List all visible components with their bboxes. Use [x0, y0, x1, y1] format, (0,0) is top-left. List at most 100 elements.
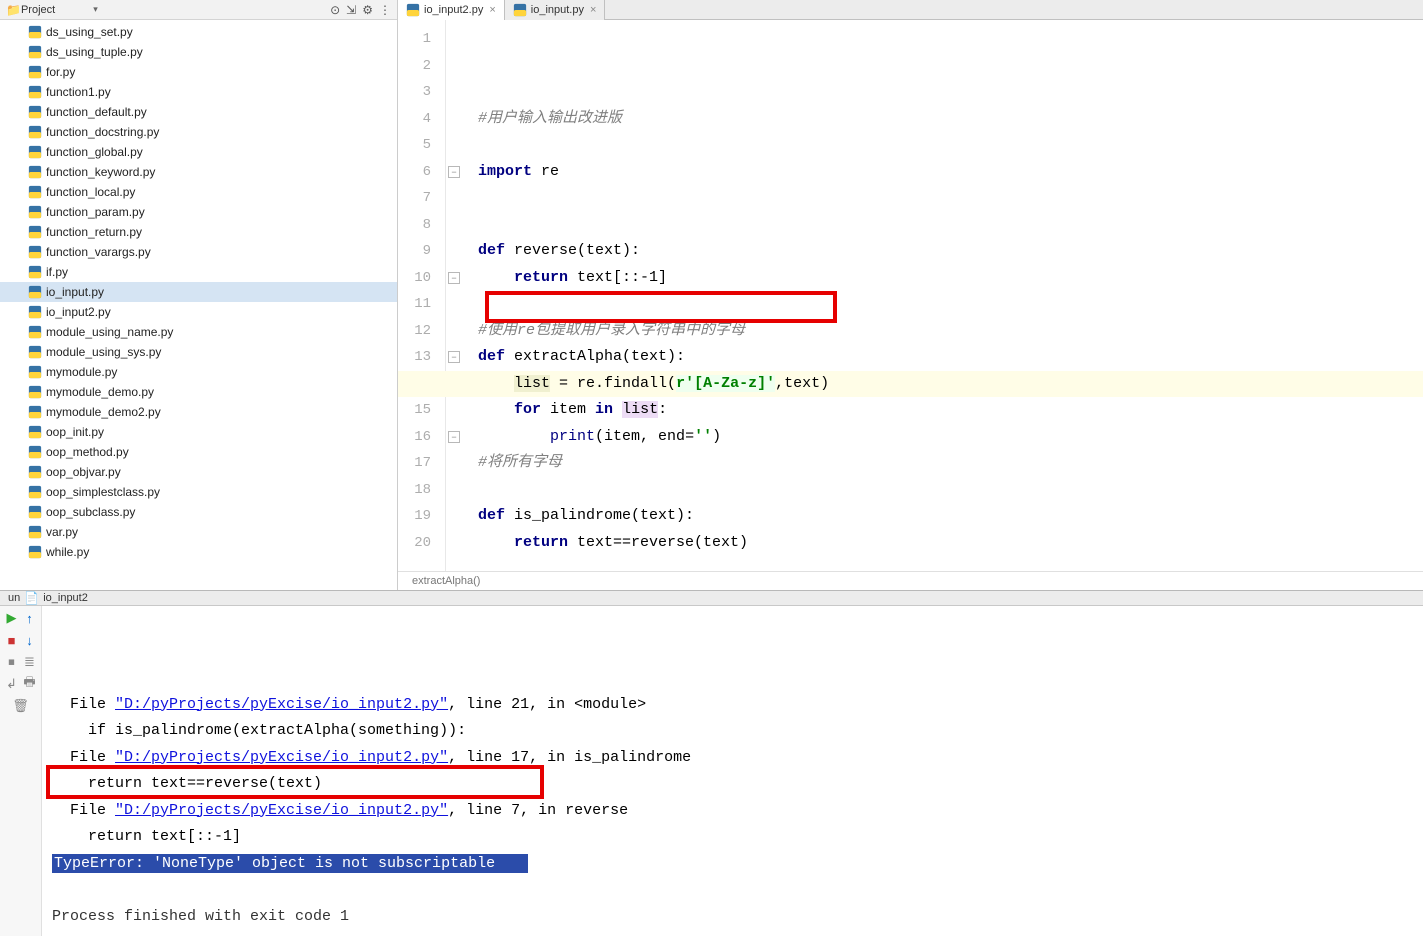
file-item[interactable]: oop_init.py	[0, 422, 397, 442]
code-area[interactable]: #用户输入输出改进版 import re def reverse(text): …	[464, 20, 1423, 571]
code-line[interactable]: def extractAlpha(text):	[478, 344, 1423, 371]
code-line[interactable]: def reverse(text):	[478, 238, 1423, 265]
line-number: 10	[398, 265, 445, 292]
editor-tab[interactable]: io_input2.py×	[398, 0, 505, 20]
wrap-button[interactable]: ↲	[4, 676, 20, 692]
fold-marker[interactable]: −	[448, 351, 460, 363]
close-tab-icon[interactable]: ×	[590, 4, 596, 16]
file-item[interactable]: if.py	[0, 262, 397, 282]
python-file-icon	[28, 325, 42, 339]
editor-tab[interactable]: io_input.py ×	[505, 0, 606, 20]
file-name: module_using_sys.py	[46, 345, 161, 359]
console-output[interactable]: File "D:/pyProjects/pyExcise/io_input2.p…	[42, 606, 1423, 936]
file-item[interactable]: function_local.py	[0, 182, 397, 202]
code-line[interactable]	[478, 477, 1423, 504]
file-item[interactable]: oop_method.py	[0, 442, 397, 462]
file-item[interactable]: for.py	[0, 62, 397, 82]
toggle-soft-wrap-button[interactable]: ≣	[22, 654, 38, 670]
file-item[interactable]: oop_simplestclass.py	[0, 482, 397, 502]
code-line[interactable]: #将所有字母	[478, 450, 1423, 477]
traceback-link[interactable]: "D:/pyProjects/pyExcise/io_input2.py"	[115, 696, 448, 713]
fold-marker[interactable]: −	[448, 272, 460, 284]
breadcrumb[interactable]: extractAlpha()	[398, 571, 1423, 590]
file-name: ds_using_set.py	[46, 25, 133, 39]
line-number: 18	[398, 477, 445, 504]
file-item[interactable]: var.py	[0, 522, 397, 542]
rerun-button[interactable]: ▶	[4, 610, 20, 626]
dropdown-icon[interactable]: ▾	[93, 4, 98, 15]
code-line[interactable]	[478, 212, 1423, 239]
run-toolbar: ▶ ↑ ■ ↓ ⏹ ≣ ↲ 🖶 🗑	[0, 606, 42, 936]
file-item[interactable]: oop_subclass.py	[0, 502, 397, 522]
code-line[interactable]	[478, 132, 1423, 159]
file-name: function_global.py	[46, 145, 143, 159]
traceback-line: return text==reverse(text)	[52, 771, 1413, 798]
file-item[interactable]: function_global.py	[0, 142, 397, 162]
fold-gutter: − − − −	[446, 20, 464, 571]
code-line[interactable]: print(item, end='')	[478, 424, 1423, 451]
code-line[interactable]	[478, 291, 1423, 318]
code-line[interactable]	[478, 185, 1423, 212]
python-file-icon	[28, 285, 42, 299]
clear-button[interactable]: 🗑	[13, 698, 29, 714]
tab-label: io_input.py	[531, 4, 584, 16]
python-file-icon	[28, 445, 42, 459]
file-item[interactable]: io_input2.py	[0, 302, 397, 322]
file-item[interactable]: io_input.py	[0, 282, 397, 302]
fold-marker[interactable]: −	[448, 166, 460, 178]
code-line[interactable]	[478, 556, 1423, 571]
file-item[interactable]: function1.py	[0, 82, 397, 102]
traceback-link[interactable]: "D:/pyProjects/pyExcise/io_input2.py"	[115, 802, 448, 819]
code-line[interactable]: return text==reverse(text)	[478, 530, 1423, 557]
fold-marker[interactable]: −	[448, 431, 460, 443]
exit-code-line: Process finished with exit code 1	[52, 904, 1413, 931]
python-file-icon	[28, 125, 42, 139]
file-item[interactable]: function_return.py	[0, 222, 397, 242]
code-line[interactable]: import re	[478, 159, 1423, 186]
file-item[interactable]: function_param.py	[0, 202, 397, 222]
python-file-icon	[28, 25, 42, 39]
file-item[interactable]: mymodule_demo2.py	[0, 402, 397, 422]
collapse-icon[interactable]: ⇲	[346, 3, 356, 17]
file-item[interactable]: oop_objvar.py	[0, 462, 397, 482]
file-item[interactable]: function_varargs.py	[0, 242, 397, 262]
file-item[interactable]: mymodule_demo.py	[0, 382, 397, 402]
file-item[interactable]: function_keyword.py	[0, 162, 397, 182]
python-file-icon	[28, 245, 42, 259]
file-name: module_using_name.py	[46, 325, 173, 339]
code-line[interactable]: def is_palindrome(text):	[478, 503, 1423, 530]
file-item[interactable]: while.py	[0, 542, 397, 562]
line-number: 1	[398, 26, 445, 53]
line-number: 6	[398, 159, 445, 186]
code-line[interactable]: list = re.findall(r'[A-Za-z]',text)	[398, 371, 1423, 398]
file-item[interactable]: ds_using_tuple.py	[0, 42, 397, 62]
code-line[interactable]: #使用re包提取用户录入字符串中的字母	[478, 318, 1423, 345]
stop-button[interactable]: ■	[4, 632, 20, 648]
print-button[interactable]: 🖶	[22, 676, 38, 692]
python-file-icon	[28, 165, 42, 179]
scroll-up-button[interactable]: ↑	[22, 610, 38, 626]
traceback-link[interactable]: "D:/pyProjects/pyExcise/io_input2.py"	[115, 749, 448, 766]
target-icon[interactable]: ⊙	[330, 3, 340, 17]
python-file-icon	[28, 265, 42, 279]
code-line[interactable]: #用户输入输出改进版	[478, 106, 1423, 133]
code-line[interactable]: for item in list:	[478, 397, 1423, 424]
hide-icon[interactable]: ⋮	[379, 3, 391, 17]
exit-button[interactable]: ⏹	[4, 654, 20, 670]
file-name: io_input2.py	[46, 305, 111, 319]
file-item[interactable]: module_using_sys.py	[0, 342, 397, 362]
file-item[interactable]: function_default.py	[0, 102, 397, 122]
file-item[interactable]: module_using_name.py	[0, 322, 397, 342]
file-item[interactable]: mymodule.py	[0, 362, 397, 382]
gear-icon[interactable]: ⚙	[362, 3, 373, 17]
close-tab-icon[interactable]: ×	[489, 4, 495, 16]
code-line[interactable]: return text[::-1]	[478, 265, 1423, 292]
file-tree[interactable]: ds_using_set.pyds_using_tuple.pyfor.pyfu…	[0, 20, 397, 590]
run-config-name[interactable]: io_input2	[43, 592, 88, 604]
python-file-icon	[28, 545, 42, 559]
file-item[interactable]: function_docstring.py	[0, 122, 397, 142]
file-item[interactable]: ds_using_set.py	[0, 22, 397, 42]
scroll-down-button[interactable]: ↓	[22, 632, 38, 648]
line-number: 7	[398, 185, 445, 212]
python-file-icon	[28, 85, 42, 99]
